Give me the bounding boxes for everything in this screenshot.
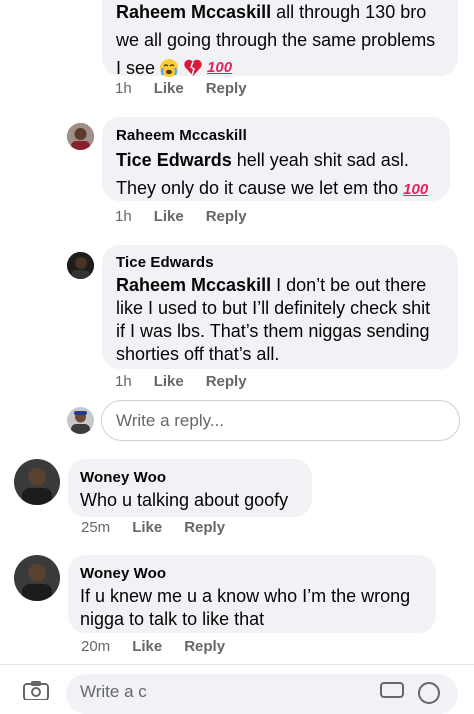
like-button[interactable]: Like <box>154 208 184 225</box>
comment-meta-tice: 1h Like Reply <box>115 373 247 390</box>
like-button[interactable]: Like <box>132 519 162 536</box>
comment-text-line1: Tice Edwards hell yeah shit sad asl. <box>116 146 436 174</box>
person-avatar-icon <box>14 555 60 601</box>
comment-input-container[interactable]: Write a c <box>66 674 458 714</box>
reply-input[interactable] <box>102 401 459 440</box>
emoji-icon[interactable] <box>418 682 440 704</box>
comment-text-rest: I don’t be out there <box>271 275 427 295</box>
comment-text-i-see: I see <box>116 58 156 78</box>
camera-icon[interactable] <box>22 680 50 701</box>
hundred-points-icon: 100 <box>403 181 429 198</box>
person-avatar-icon <box>67 123 94 150</box>
avatar[interactable] <box>14 555 60 601</box>
comment-author[interactable]: Woney Woo <box>80 468 300 488</box>
like-button[interactable]: Like <box>132 638 162 655</box>
current-user-avatar <box>67 407 94 434</box>
comment-text-line2: we all going through the same problems <box>116 30 436 50</box>
tagged-author[interactable]: Raheem Mccaskill <box>116 275 271 295</box>
comment-bubble-raheem: Raheem Mccaskill Tice Edwards hell yeah … <box>102 117 450 201</box>
comment-bubble-top: Raheem Mccaskill all through 130 bro we … <box>102 0 458 78</box>
timestamp: 1h <box>115 208 132 225</box>
like-button[interactable]: Like <box>154 373 184 390</box>
reply-button[interactable]: Reply <box>206 373 247 390</box>
reply-input-container[interactable] <box>101 400 460 441</box>
hundred-points-icon: 100 <box>207 59 233 76</box>
comment-text-partial: all through 130 bro <box>276 2 427 22</box>
comment-meta-woney-2: 20m Like Reply <box>81 638 225 655</box>
person-avatar-icon <box>67 252 94 279</box>
like-button[interactable]: Like <box>154 80 184 97</box>
avatar[interactable] <box>67 123 94 150</box>
reply-button[interactable]: Reply <box>184 519 225 536</box>
avatar[interactable] <box>67 252 94 279</box>
comment-text-line1: If u knew me u a know who I’m the wrong <box>80 586 411 606</box>
comment-bubble-woney-1: Woney Woo Who u talking about goofy <box>68 459 312 517</box>
comment-meta-woney-1: 25m Like Reply <box>81 519 225 536</box>
reply-button[interactable]: Reply <box>206 208 247 225</box>
comment-text-line4: shorties off that’s all. <box>116 344 280 364</box>
avatar[interactable] <box>14 459 60 505</box>
comment-bubble-tice: Tice Edwards Raheem Mccaskill I don’t be… <box>102 245 458 369</box>
comment-meta-top: 1h Like Reply <box>115 80 247 97</box>
comment-text-line3: I see 100 <box>116 54 444 82</box>
gif-icon[interactable] <box>380 682 404 698</box>
comment-text-line3: if I was lbs. That’s them niggas sending <box>116 321 430 341</box>
comment-text-line2: nigga to talk to like that <box>80 609 265 629</box>
reply-button[interactable]: Reply <box>206 80 247 97</box>
comment-author[interactable]: Woney Woo <box>80 564 424 584</box>
comment-author[interactable]: Tice Edwards <box>116 253 444 273</box>
tagged-author[interactable]: Raheem Mccaskill <box>116 2 271 22</box>
comment-input-placeholder: Write a c <box>80 682 147 701</box>
broken-heart-icon <box>184 59 202 76</box>
crying-face-icon <box>160 59 179 77</box>
comment-text-line2: They only do it cause we let em tho 100 <box>116 174 436 204</box>
comment-text-line2: like I used to but I’ll definitely check… <box>116 298 431 318</box>
comment-author[interactable]: Raheem Mccaskill <box>116 126 436 146</box>
timestamp: 1h <box>115 373 132 390</box>
comment-text: They only do it cause we let em tho <box>116 178 399 198</box>
comment-text-line1: Raheem Mccaskill I don’t be out there <box>116 273 444 297</box>
bottom-divider <box>0 664 474 665</box>
comment-bubble-woney-2: Woney Woo If u knew me u a know who I’m … <box>68 555 436 633</box>
comment-text-line1: Raheem Mccaskill all through 130 bro <box>116 0 444 26</box>
tagged-author[interactable]: Tice Edwards <box>116 150 232 170</box>
timestamp: 25m <box>81 519 111 536</box>
comment-text: Who u talking about goofy <box>80 490 289 510</box>
comment-text-rest: hell yeah shit sad asl. <box>231 150 409 170</box>
timestamp: 20m <box>81 638 111 655</box>
timestamp: 1h <box>115 80 132 97</box>
comment-meta-raheem: 1h Like Reply <box>115 208 247 225</box>
reply-button[interactable]: Reply <box>184 638 225 655</box>
person-avatar-icon <box>67 407 94 434</box>
person-avatar-icon <box>14 459 60 505</box>
